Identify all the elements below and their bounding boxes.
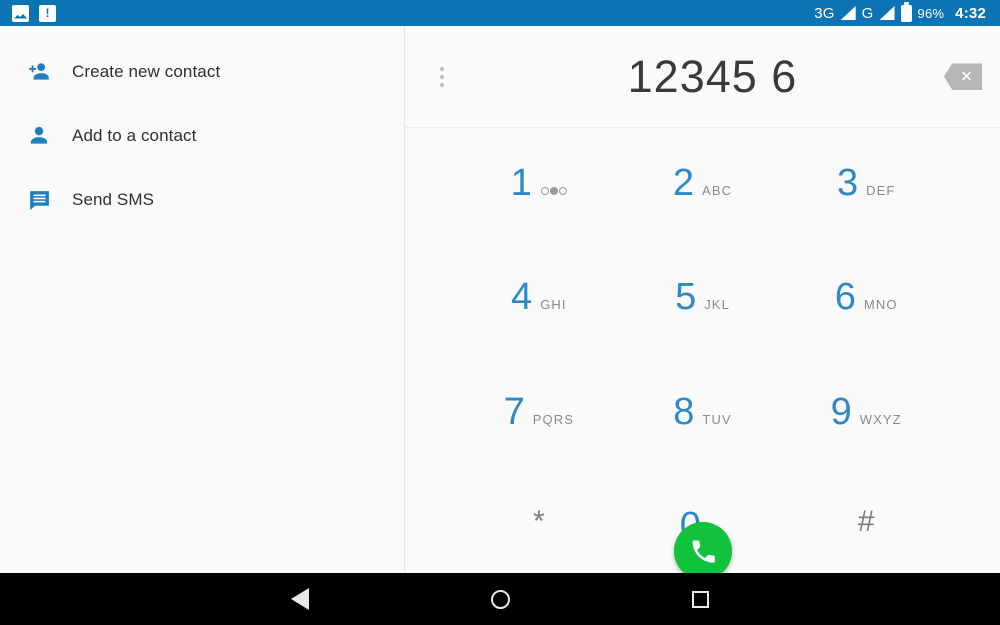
key-digit: 1: [510, 162, 532, 204]
person-add-icon: [22, 59, 56, 85]
key-letters: ABC: [702, 183, 733, 198]
key-digit: 7: [503, 390, 525, 433]
status-notifications: [0, 4, 56, 22]
person-icon: [22, 123, 56, 149]
sidebar-item-label: Send SMS: [72, 190, 155, 209]
key-letters: GHI: [540, 297, 567, 313]
nav-back-button[interactable]: [200, 588, 400, 610]
signal-strength-icon-1: [840, 6, 856, 20]
main-content: Create new contact Add to a contact Send…: [0, 26, 1000, 599]
key-digit: 5: [675, 276, 697, 319]
key-letters: MNO: [863, 297, 898, 313]
key-letters: TUV: [702, 411, 732, 427]
message-icon: [22, 188, 56, 213]
sidebar-item-create-new-contact[interactable]: Create new contact: [0, 40, 404, 104]
back-triangle-icon: [291, 588, 309, 610]
dialpad-key-8[interactable]: 8 TUV: [621, 371, 785, 485]
key-digit: 9: [830, 390, 852, 433]
nav-recents-button[interactable]: [600, 590, 800, 608]
phone-handset-icon: [692, 540, 715, 563]
dialpad-key-9[interactable]: 9 WXYZ: [784, 371, 948, 485]
dialpad-key-2[interactable]: 2 ABC: [621, 142, 785, 256]
overflow-menu-icon[interactable]: [431, 62, 453, 92]
key-digit: 6: [834, 276, 856, 319]
sidebar-item-add-to-a-contact[interactable]: Add to a contact: [0, 104, 404, 168]
home-circle-icon: [490, 589, 510, 609]
key-letters: DEF: [866, 183, 896, 198]
dialpad-key-4[interactable]: 4 GHI: [457, 256, 621, 370]
key-digit: 8: [673, 390, 695, 433]
dialpad-key-7[interactable]: 7 PQRS: [457, 371, 621, 485]
key-digit: *: [532, 504, 545, 538]
key-letters: JKL: [704, 297, 730, 313]
dialer-panel: 12345 6 ✕ 1 2 ABC 3 DEF 4 GHI 5 JKL 6 MN…: [405, 26, 1000, 599]
key-digit: #: [857, 504, 875, 538]
android-navigation-bar: [0, 573, 1000, 625]
document-alert-icon: [39, 4, 56, 22]
battery-percent: 96%: [917, 5, 945, 21]
clock: 4:32: [955, 4, 986, 22]
dialpad-key-5[interactable]: 5 JKL: [621, 256, 785, 370]
dialpad-key-3[interactable]: 3 DEF: [784, 142, 948, 256]
call-button[interactable]: [673, 522, 732, 580]
backspace-button[interactable]: ✕: [944, 63, 982, 90]
recents-square-icon: [691, 590, 709, 608]
voicemail-icon: [540, 187, 567, 195]
screenshot-icon: [12, 4, 29, 22]
dialed-number-display[interactable]: 12345 6: [405, 51, 1000, 103]
signal-strength-icon-2: [879, 6, 895, 20]
sidebar-item-label: Add to a contact: [72, 126, 197, 145]
dialed-number-bar: 12345 6 ✕: [405, 26, 1000, 128]
status-indicators: 3G G 96% 4:32: [814, 1, 1000, 22]
dialpad-key-6[interactable]: 6 MNO: [784, 256, 948, 370]
status-bar: 3G G 96% 4:32: [0, 0, 1000, 26]
phone-screen: 3G G 96% 4:32 Create new contact: [0, 0, 1000, 625]
sidebar-item-send-sms[interactable]: Send SMS: [0, 168, 404, 232]
contact-actions-panel: Create new contact Add to a contact Send…: [0, 26, 405, 599]
key-letters: PQRS: [532, 411, 575, 427]
key-letters: WXYZ: [859, 411, 902, 427]
key-digit: 2: [672, 162, 695, 204]
sidebar-item-label: Create new contact: [72, 62, 221, 81]
nav-home-button[interactable]: [400, 589, 600, 609]
network-type-2: G: [861, 4, 874, 22]
battery-icon: [900, 1, 912, 22]
network-type-1: 3G: [814, 4, 835, 22]
key-digit: 4: [511, 276, 533, 319]
key-digit: 3: [836, 162, 859, 204]
dialpad-key-1[interactable]: 1: [457, 142, 621, 256]
